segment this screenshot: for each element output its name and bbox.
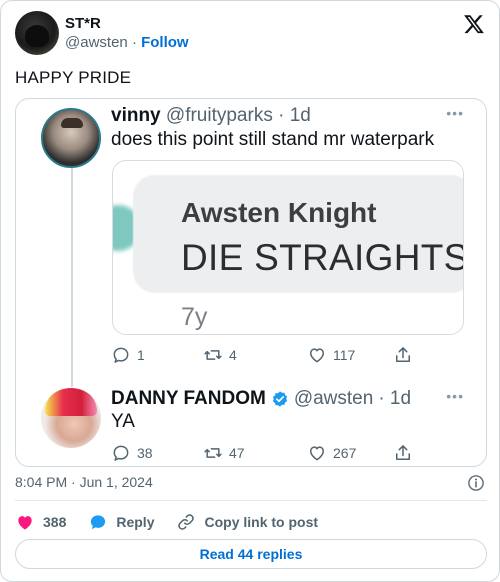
inner-text: DIE STRAIGHTS — [181, 237, 464, 278]
author-avatar[interactable] — [15, 11, 59, 55]
reply-age: · 1d — [378, 388, 412, 409]
tweet-timestamp[interactable]: 8:04 PM · Jun 1, 2024 — [15, 474, 153, 490]
quoted-like-count: 117 — [333, 347, 356, 363]
link-icon — [178, 514, 195, 530]
quoted-action-bar: 1 4 117 — [111, 344, 411, 366]
quoted-name: vinny — [111, 105, 161, 126]
more-options-icon: ••• — [446, 388, 464, 404]
author-display-name[interactable]: ST*R — [65, 15, 101, 32]
x-logo-icon[interactable] — [463, 13, 485, 35]
footer-action-bar: 388 Reply Copy link to post — [15, 511, 340, 533]
reply-icon — [113, 445, 129, 461]
author-handle[interactable]: @awsten — [65, 34, 128, 51]
share-icon — [396, 347, 410, 362]
tweet-text: HAPPY PRIDE — [15, 68, 132, 87]
reply-label: Reply — [116, 514, 155, 530]
share-icon — [396, 445, 410, 460]
heart-icon — [18, 516, 32, 530]
reply-bubble-icon — [91, 515, 106, 530]
read-replies-button[interactable]: Read 44 replies — [15, 539, 487, 569]
reply-reply-action: 38 — [111, 442, 153, 464]
reply-action-bar: 38 47 267 — [111, 442, 411, 464]
reply-handle: @awsten — [293, 388, 374, 409]
quoted-retweet-action: 4 — [203, 344, 237, 366]
quoted-text: does this point still stand mr waterpark — [111, 129, 435, 150]
inner-age: 7y — [181, 303, 208, 331]
info-icon[interactable] — [467, 474, 485, 492]
reply-retweet-count: 47 — [229, 445, 245, 461]
quoted-avatar — [41, 108, 101, 168]
quoted-share-action — [393, 344, 413, 366]
quoted-age: · 1d — [278, 105, 311, 126]
retweet-icon — [204, 350, 222, 360]
heart-outline-icon — [310, 348, 324, 363]
reply-share-action — [393, 442, 413, 464]
copy-link-button[interactable]: Copy link to post — [176, 512, 318, 532]
reply-avatar — [41, 388, 101, 448]
reply-like-count: 267 — [333, 445, 357, 461]
handle-separator: · — [131, 34, 137, 51]
more-options-icon: ••• — [446, 105, 464, 121]
attached-image[interactable]: vinny @fruityparks · 1d ••• does this po… — [15, 98, 487, 467]
reply-header: DANNY FANDOM @awsten · 1d — [111, 388, 411, 410]
footer-divider — [15, 500, 487, 501]
quoted-reply-action: 1 — [111, 344, 145, 366]
thread-line — [71, 167, 73, 387]
tweet-embed-card: ST*R @awsten · Follow HAPPY PRIDE vinny … — [0, 0, 500, 582]
copy-link-label: Copy link to post — [204, 514, 319, 530]
heart-outline-icon — [310, 446, 324, 461]
quoted-reply-count: 1 — [137, 347, 145, 363]
author-handle-row: @awsten · Follow — [65, 34, 189, 51]
quoted-header: vinny @fruityparks · 1d — [111, 105, 311, 127]
reply-button[interactable]: Reply — [88, 512, 154, 532]
like-count: 388 — [43, 514, 67, 530]
follow-button[interactable]: Follow — [141, 34, 189, 51]
verified-badge-icon — [272, 391, 287, 407]
reply-name: DANNY FANDOM — [111, 388, 266, 409]
inner-name: Awsten Knight — [181, 197, 377, 228]
reply-reply-count: 38 — [137, 445, 153, 461]
like-button[interactable]: 388 — [15, 512, 66, 532]
reply-retweet-action: 47 — [203, 442, 245, 464]
reply-icon — [113, 347, 129, 363]
reply-like-action: 267 — [307, 442, 356, 464]
quoted-retweet-count: 4 — [229, 347, 237, 363]
quoted-like-action: 117 — [307, 344, 355, 366]
quoted-inner-image: Awsten Knight DIE STRAIGHTS 7y — [112, 160, 464, 335]
retweet-icon — [204, 448, 222, 458]
quoted-handle: @fruityparks — [165, 105, 273, 126]
reply-text: YA — [111, 411, 135, 432]
